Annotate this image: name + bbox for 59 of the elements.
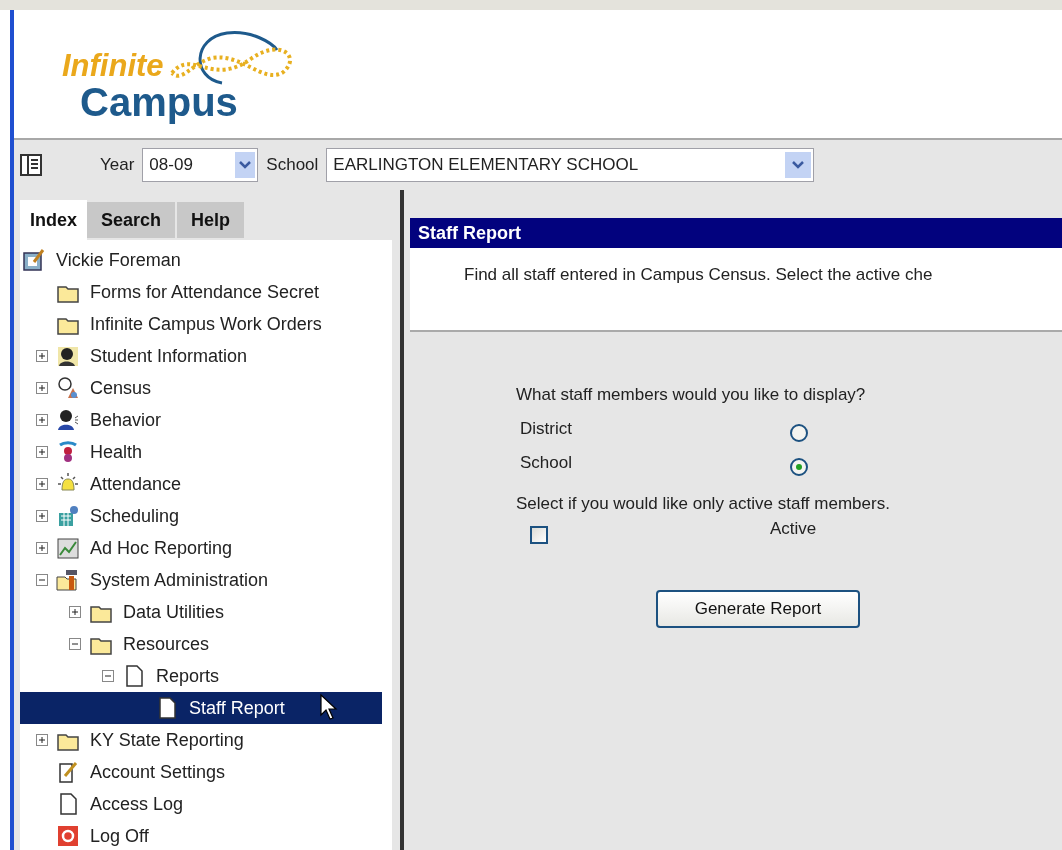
expand-icon[interactable] bbox=[36, 734, 48, 746]
pencil-icon bbox=[56, 760, 80, 784]
expand-icon[interactable] bbox=[36, 478, 48, 490]
person-icon bbox=[56, 408, 80, 432]
building-icon bbox=[56, 504, 80, 528]
tree-item[interactable]: Ad Hoc Reporting bbox=[90, 534, 233, 562]
expand-icon[interactable] bbox=[36, 542, 48, 554]
option-label: District bbox=[519, 418, 573, 441]
chart-icon bbox=[56, 536, 80, 560]
school-label: School bbox=[266, 154, 319, 177]
tree-item[interactable]: Account Settings bbox=[90, 758, 226, 786]
expand-icon[interactable] bbox=[36, 446, 48, 458]
tree-item[interactable]: Forms for Attendance Secret bbox=[90, 278, 320, 306]
collapse-icon[interactable] bbox=[36, 574, 48, 586]
dropdown-icon bbox=[235, 152, 256, 178]
tree-item[interactable]: Vickie Foreman bbox=[56, 246, 181, 274]
tree-item[interactable]: Log Off bbox=[90, 822, 149, 850]
tree-item[interactable]: Infinite Campus Work Orders bbox=[90, 310, 322, 338]
radio-button[interactable] bbox=[790, 424, 808, 442]
expand-icon[interactable] bbox=[69, 606, 81, 618]
person-icon bbox=[56, 344, 80, 368]
tab[interactable]: Index bbox=[20, 200, 87, 240]
tree-item[interactable]: Resources bbox=[123, 630, 210, 658]
question-text: What staff members would you like to display? bbox=[516, 384, 867, 406]
panel-title: Staff Report bbox=[410, 218, 1062, 248]
active-label: Active bbox=[770, 518, 817, 540]
option-label: School bbox=[519, 452, 573, 475]
dropdown-icon bbox=[785, 152, 812, 178]
tab[interactable]: Search bbox=[87, 202, 178, 238]
sidebar-toggle-icon[interactable] bbox=[20, 154, 42, 176]
tree-item[interactable]: Student Information bbox=[90, 342, 248, 370]
expand-icon[interactable] bbox=[36, 414, 48, 426]
cursor-icon bbox=[320, 694, 338, 722]
generate-report-button[interactable]: Generate Report bbox=[656, 590, 860, 628]
logo: Infinite Campus bbox=[62, 28, 322, 128]
expand-icon[interactable] bbox=[36, 382, 48, 394]
tree-item[interactable]: System Administration bbox=[90, 566, 269, 594]
tree-item[interactable]: Health bbox=[90, 438, 143, 466]
prompt-text: Select if you would like only active staff members. bbox=[516, 492, 891, 515]
description-text: Find all staff entered in Campus Census. Select the active che bbox=[464, 265, 933, 284]
toolbox-icon bbox=[56, 568, 80, 592]
tree-item[interactable]: Behavior bbox=[90, 406, 162, 434]
collapse-icon[interactable] bbox=[69, 638, 81, 650]
tree-item[interactable]: Access Log bbox=[90, 790, 184, 818]
collapse-icon[interactable] bbox=[102, 670, 114, 682]
tree-item[interactable]: KY State Reporting bbox=[90, 726, 244, 754]
expand-icon[interactable] bbox=[36, 350, 48, 362]
tree-item[interactable]: Data Utilities bbox=[123, 598, 225, 626]
tab[interactable]: Help bbox=[177, 202, 247, 238]
tree-item[interactable]: Scheduling bbox=[90, 502, 180, 530]
school-select[interactable]: EARLINGTON ELEMENTARY SCHOOL bbox=[326, 148, 815, 182]
radio-button[interactable] bbox=[790, 458, 808, 476]
year-select[interactable]: 08-09 bbox=[142, 148, 259, 182]
tree-item[interactable]: Attendance bbox=[90, 470, 182, 498]
tree-item[interactable]: Census bbox=[90, 374, 152, 402]
expand-icon[interactable] bbox=[36, 510, 48, 522]
active-checkbox[interactable] bbox=[530, 526, 548, 544]
year-label: Year bbox=[100, 154, 135, 177]
tree-item[interactable]: Reports bbox=[156, 662, 220, 690]
